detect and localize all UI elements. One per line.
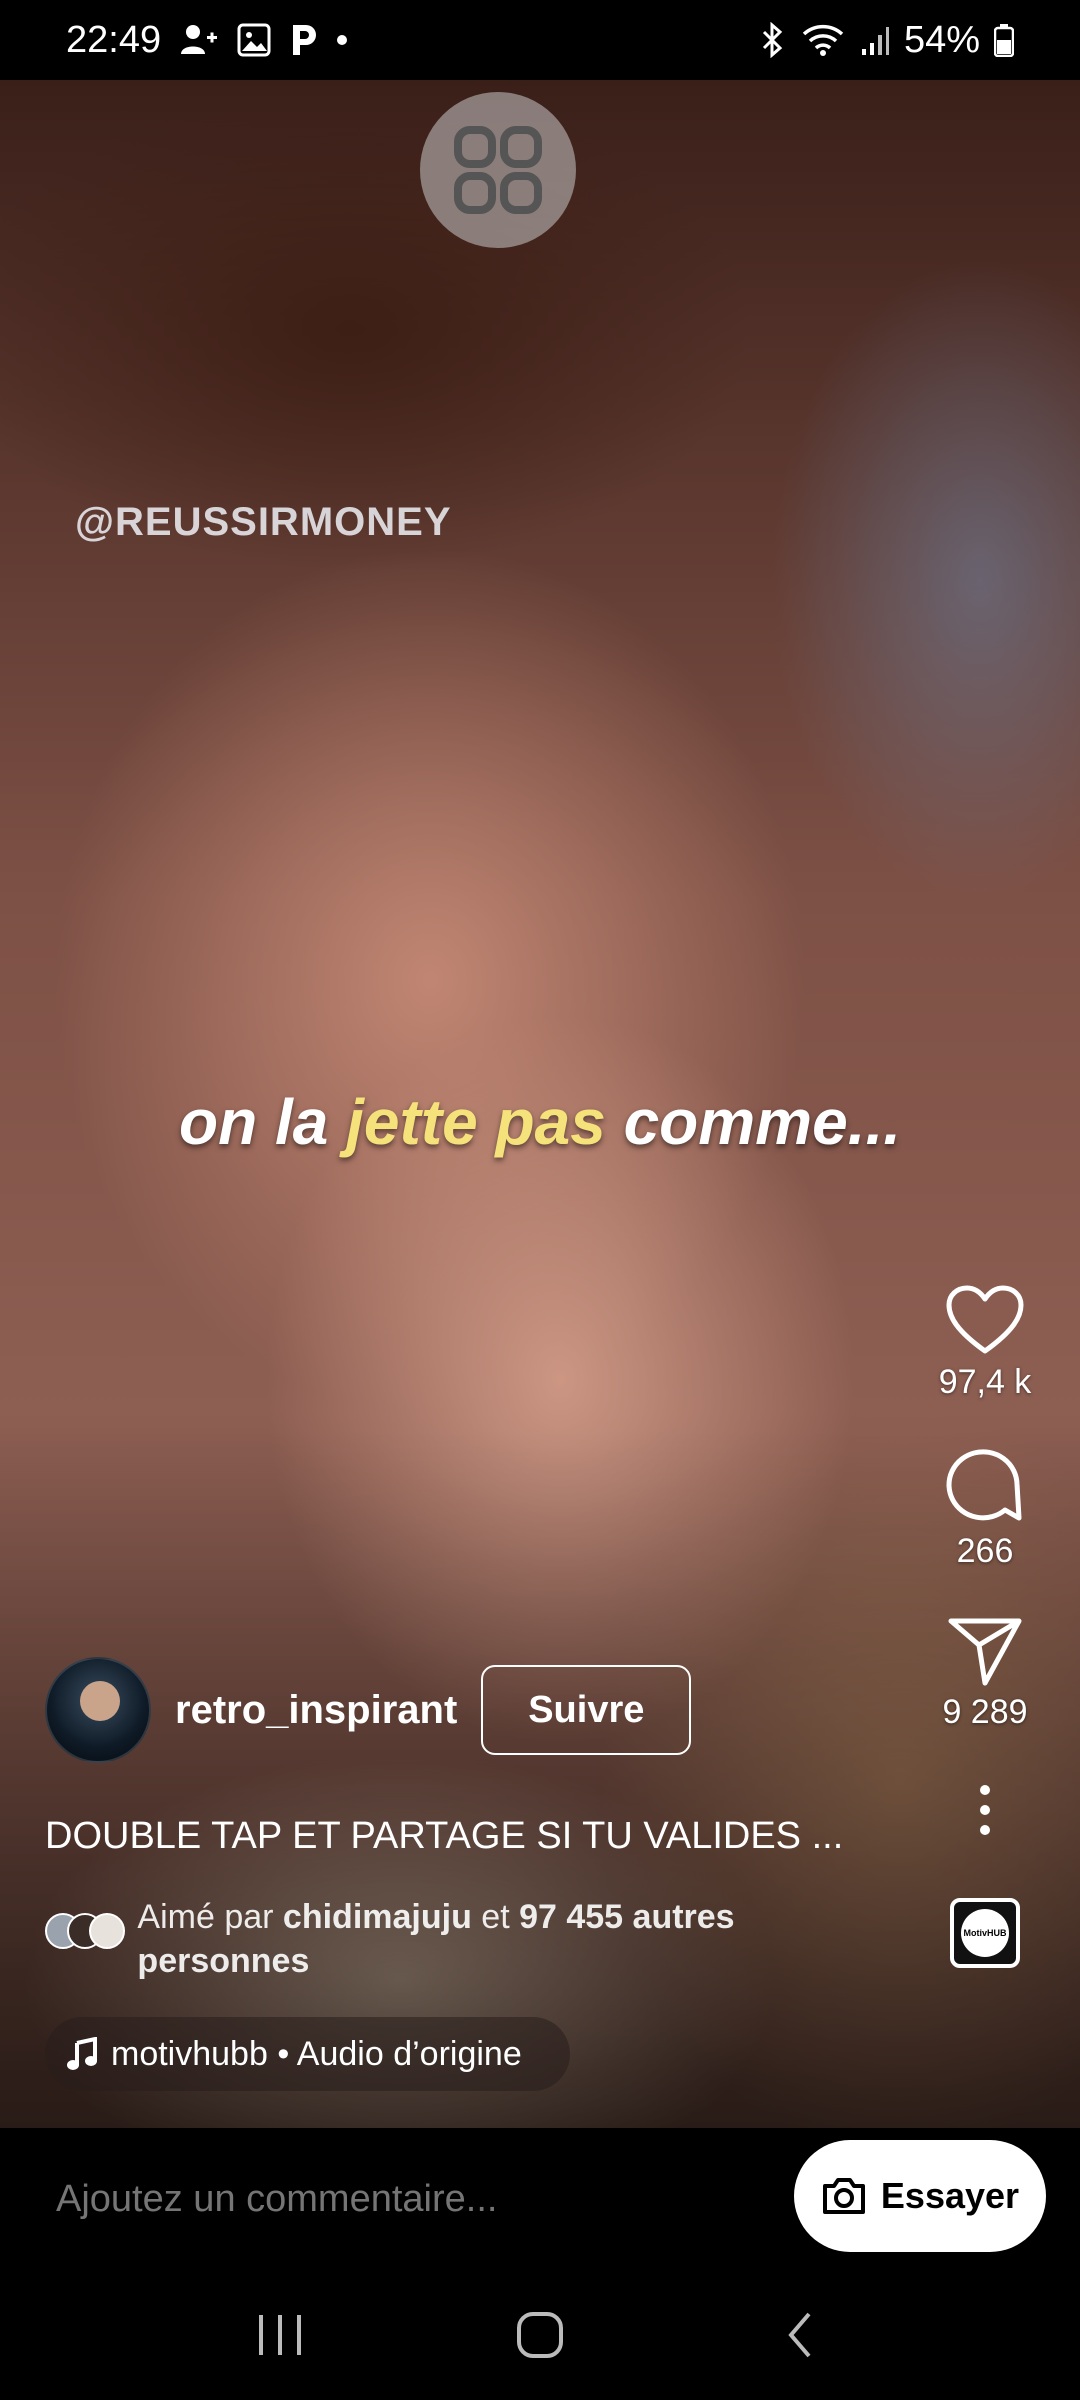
liked-by-prefix: Aimé par xyxy=(137,1898,283,1936)
battery-percent: 54% xyxy=(903,18,980,61)
wifi-icon xyxy=(800,22,846,58)
status-bar: 22:49 54% xyxy=(0,0,1080,80)
bluetooth-icon xyxy=(760,22,786,58)
avatar[interactable] xyxy=(45,1657,151,1763)
status-left: 22:49 xyxy=(66,18,348,62)
image-icon xyxy=(237,23,271,57)
liker-avatar xyxy=(89,1913,125,1949)
follow-button[interactable]: Suivre xyxy=(481,1665,692,1755)
status-time: 22:49 xyxy=(66,18,162,61)
more-options-button[interactable] xyxy=(975,1782,995,1843)
audio-label: motivhubb • Audio d’origine xyxy=(111,2034,522,2073)
recents-icon xyxy=(259,2315,301,2355)
status-right: 54% xyxy=(760,19,1014,62)
post-caption[interactable]: DOUBLE TAP ET PARTAGE SI TU VALIDES ... xyxy=(45,1815,843,1858)
home-button[interactable] xyxy=(495,2290,585,2380)
more-vertical-icon xyxy=(980,1785,990,1835)
grid-view-button[interactable] xyxy=(420,92,576,248)
liked-by-text: Aimé par chidimajuju et 97 455 autres pe… xyxy=(137,1895,825,1983)
audio-thumbnail[interactable]: MotivHUB xyxy=(950,1898,1020,1968)
liked-by-user[interactable]: chidimajuju xyxy=(283,1898,472,1936)
comment-bar: Essayer xyxy=(0,2128,1080,2270)
liker-avatars xyxy=(45,1913,125,1953)
audio-thumbnail-label: MotivHUB xyxy=(961,1909,1009,1957)
like-count: 97,4 k xyxy=(938,1363,1032,1401)
back-icon xyxy=(788,2312,811,2358)
like-action: 97,4 k xyxy=(938,1285,1032,1402)
liked-by-mid: et xyxy=(471,1898,520,1936)
send-icon[interactable] xyxy=(947,1615,1023,1687)
username[interactable]: retro_inspirant xyxy=(175,1688,457,1733)
action-column: 97,4 k 266 9 289 MotivHUB xyxy=(920,1285,1050,1968)
subtitle-highlight: jette pas xyxy=(346,1086,606,1158)
music-note-icon xyxy=(67,2037,97,2070)
grid-icon xyxy=(454,126,542,214)
comment-icon[interactable] xyxy=(945,1446,1025,1526)
share-count: 9 289 xyxy=(942,1693,1028,1731)
subtitle-part1: on la xyxy=(179,1086,347,1158)
liked-by-row[interactable]: Aimé par chidimajuju et 97 455 autres pe… xyxy=(45,1895,825,1983)
video-watermark: @REUSSIRMONEY xyxy=(75,500,452,544)
dot-icon xyxy=(337,35,348,45)
back-button[interactable] xyxy=(755,2290,845,2380)
parking-icon xyxy=(289,23,319,57)
audio-pill[interactable]: motivhubb • Audio d’origine xyxy=(45,2017,570,2091)
home-icon xyxy=(517,2312,563,2358)
heart-icon[interactable] xyxy=(945,1285,1025,1357)
comment-input[interactable] xyxy=(56,2177,756,2221)
add-contact-icon xyxy=(179,22,219,58)
author-row: retro_inspirant Suivre xyxy=(45,1657,692,1763)
subtitle-part2: comme... xyxy=(605,1086,901,1158)
comment-count: 266 xyxy=(956,1532,1014,1570)
try-button-label: Essayer xyxy=(880,2175,1020,2216)
comment-action: 266 xyxy=(945,1446,1025,1571)
signal-icon xyxy=(860,23,890,57)
share-action: 9 289 xyxy=(942,1615,1028,1732)
try-button[interactable]: Essayer xyxy=(794,2140,1046,2252)
battery-icon xyxy=(994,23,1014,57)
video-subtitle: on la jette pas comme... xyxy=(0,1085,1080,1159)
recents-button[interactable] xyxy=(235,2290,325,2380)
system-nav-bar xyxy=(0,2270,1080,2400)
camera-icon xyxy=(822,2178,865,2214)
